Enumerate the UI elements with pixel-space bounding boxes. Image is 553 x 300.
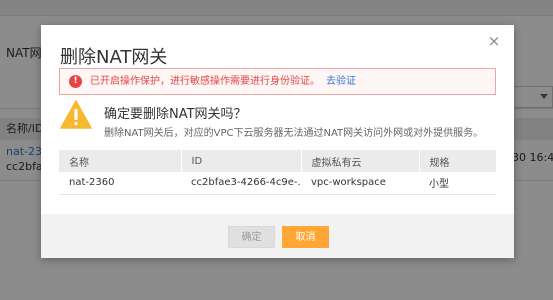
cancel-button[interactable]: 取消 <box>282 226 329 248</box>
delete-nat-dialog: 删除NAT网关 × ! 已开启操作保护，进行敏感操作需要进行身份验证。 去验证 确… <box>41 25 514 258</box>
table-header-name: 名称 <box>59 150 182 172</box>
table-header-row: 名称 ID 虚拟私有云 规格 <box>59 150 496 172</box>
table-header-spec: 规格 <box>419 150 496 172</box>
cell-vpc: vpc-workspace <box>301 172 419 195</box>
dialog-title: 删除NAT网关 <box>60 47 168 68</box>
confirm-button[interactable]: 确定 <box>228 226 275 248</box>
alert-message-line: 已开启操作保护，进行敏感操作需要进行身份验证。 去验证 <box>90 69 356 94</box>
table-header-vpc: 虚拟私有云 <box>301 150 420 172</box>
confirm-title: 确定要删除NAT网关吗？ <box>104 107 247 122</box>
cell-spec: 小型 <box>419 172 496 195</box>
gateway-table: 名称 ID 虚拟私有云 规格 nat-2360 cc2bfae3-4266-4c… <box>59 150 496 195</box>
table-header-id: ID <box>181 150 302 172</box>
table-row: nat-2360 cc2bfae3-4266-4c9e-... vpc-work… <box>59 172 496 195</box>
dialog-footer: 确定 取消 <box>41 214 514 258</box>
cell-name: nat-2360 <box>59 172 181 195</box>
verify-link[interactable]: 去验证 <box>326 76 356 87</box>
error-icon: ! <box>69 75 82 88</box>
warning-icon <box>60 100 92 129</box>
alert-message: 已开启操作保护，进行敏感操作需要进行身份验证。 <box>90 76 320 87</box>
operation-protection-alert: ! 已开启操作保护，进行敏感操作需要进行身份验证。 去验证 <box>59 68 496 95</box>
confirm-description: 删除NAT网关后，对应的VPC下云服务器无法通过NAT网关访问外网或对外提供服务… <box>104 128 484 139</box>
close-icon[interactable]: × <box>487 34 501 49</box>
cell-id: cc2bfae3-4266-4c9e-... <box>181 172 301 195</box>
